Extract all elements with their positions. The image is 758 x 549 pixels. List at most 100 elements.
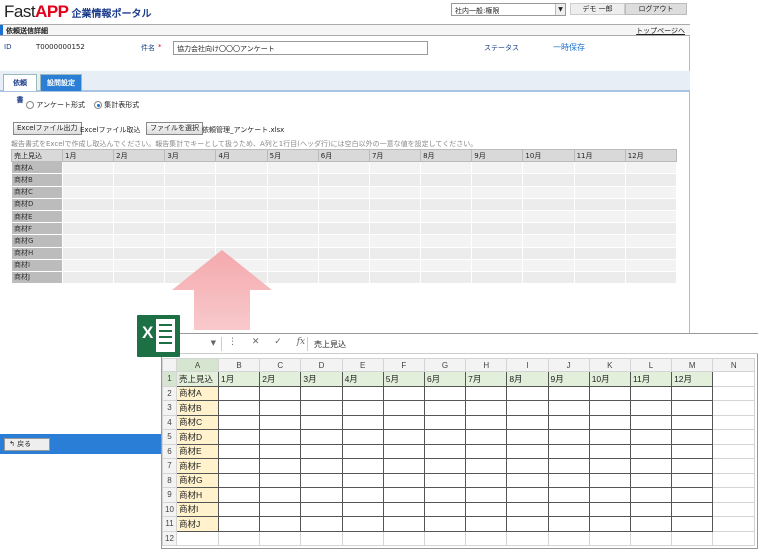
excel-data-cell[interactable] [423,516,467,532]
excel-empty-cell[interactable] [712,443,756,459]
preview-cell[interactable] [471,161,524,175]
excel-data-cell[interactable] [506,400,549,416]
preview-cell[interactable] [113,161,166,175]
row-number[interactable]: 12 [162,530,177,546]
row-number[interactable]: 6 [162,443,177,459]
preview-cell[interactable] [420,234,473,248]
column-header-l[interactable]: L [629,358,673,372]
excel-data-cell[interactable] [217,414,261,430]
preview-cell[interactable] [317,197,370,211]
excel-empty-cell[interactable] [465,530,508,546]
preview-cell[interactable] [624,246,678,260]
preview-cell[interactable] [61,246,115,260]
excel-data-cell[interactable] [341,472,384,488]
excel-data-cell[interactable] [506,385,549,401]
preview-cell[interactable] [215,197,268,211]
excel-empty-cell[interactable] [217,530,261,546]
excel-data-cell[interactable] [547,516,590,532]
preview-cell[interactable] [522,185,575,199]
excel-data-cell[interactable] [341,516,384,532]
preview-cell[interactable] [215,222,268,236]
excel-data-cell[interactable] [629,400,673,416]
excel-data-cell[interactable] [629,501,673,517]
excel-data-cell[interactable] [217,443,261,459]
excel-data-cell[interactable] [465,414,508,430]
preview-cell[interactable] [368,222,422,236]
preview-cell[interactable] [522,173,575,187]
excel-item-cell[interactable]: 商材D [176,429,219,445]
excel-month-cell[interactable]: 3月 [300,371,343,387]
excel-data-cell[interactable] [465,429,508,445]
excel-data-cell[interactable] [423,400,467,416]
excel-data-cell[interactable] [300,458,343,474]
excel-data-cell[interactable] [423,385,467,401]
excel-data-cell[interactable] [382,429,425,445]
excel-data-cell[interactable] [588,414,631,430]
row-number[interactable]: 10 [162,501,177,517]
excel-output-button[interactable]: Excelファイル出力 [13,122,82,135]
excel-data-cell[interactable] [547,501,590,517]
preview-cell[interactable] [368,161,422,175]
fx-icon[interactable]: fx [297,337,305,347]
preview-cell[interactable] [266,258,319,272]
excel-data-cell[interactable] [547,400,590,416]
preview-cell[interactable] [573,258,626,272]
excel-data-cell[interactable] [259,516,302,532]
excel-empty-cell[interactable] [547,530,590,546]
excel-month-cell[interactable]: 9月 [547,371,590,387]
preview-cell[interactable] [266,234,319,248]
excel-empty-cell[interactable] [341,530,384,546]
excel-data-cell[interactable] [588,443,631,459]
row-number[interactable]: 2 [162,385,177,401]
excel-empty-cell[interactable] [712,501,756,517]
preview-cell[interactable] [113,258,166,272]
excel-month-cell[interactable]: 7月 [465,371,508,387]
preview-cell[interactable] [573,209,626,224]
preview-cell[interactable] [266,270,319,285]
preview-cell[interactable] [624,258,678,272]
preview-cell[interactable] [420,197,473,211]
preview-cell[interactable] [471,173,524,187]
preview-cell[interactable] [61,234,115,248]
preview-cell[interactable] [113,222,166,236]
row-number[interactable]: 11 [162,516,177,532]
excel-data-cell[interactable] [423,501,467,517]
excel-data-cell[interactable] [300,516,343,532]
excel-data-cell[interactable] [300,414,343,430]
excel-data-cell[interactable] [588,385,631,401]
preview-cell[interactable] [573,185,626,199]
column-header-m[interactable]: M [671,358,714,372]
formula-input[interactable]: 売上見込 [307,337,757,351]
excel-month-cell[interactable]: 6月 [423,371,467,387]
preview-cell[interactable] [317,270,370,285]
excel-data-cell[interactable] [259,458,302,474]
excel-data-cell[interactable] [506,443,549,459]
excel-data-cell[interactable] [217,487,261,503]
preview-cell[interactable] [61,197,115,211]
preview-cell[interactable] [420,185,473,199]
top-page-link[interactable]: トップページへ [636,26,685,36]
excel-item-cell[interactable]: 商材C [176,414,219,430]
radio-survey[interactable] [26,101,34,109]
preview-cell[interactable] [317,258,370,272]
preview-cell[interactable] [266,246,319,260]
excel-data-cell[interactable] [382,487,425,503]
excel-empty-cell[interactable] [671,530,714,546]
preview-cell[interactable] [61,185,115,199]
preview-cell[interactable] [471,209,524,224]
excel-data-cell[interactable] [465,385,508,401]
excel-data-cell[interactable] [671,400,714,416]
excel-data-cell[interactable] [671,385,714,401]
preview-cell[interactable] [522,270,575,285]
preview-cell[interactable] [164,209,217,224]
row-number[interactable]: 4 [162,414,177,430]
excel-empty-cell[interactable] [259,530,302,546]
row-number[interactable]: 9 [162,487,177,503]
excel-data-cell[interactable] [423,414,467,430]
excel-data-cell[interactable] [465,458,508,474]
preview-cell[interactable] [317,173,370,187]
preview-cell[interactable] [573,222,626,236]
excel-data-cell[interactable] [341,429,384,445]
preview-cell[interactable] [266,222,319,236]
preview-cell[interactable] [61,173,115,187]
